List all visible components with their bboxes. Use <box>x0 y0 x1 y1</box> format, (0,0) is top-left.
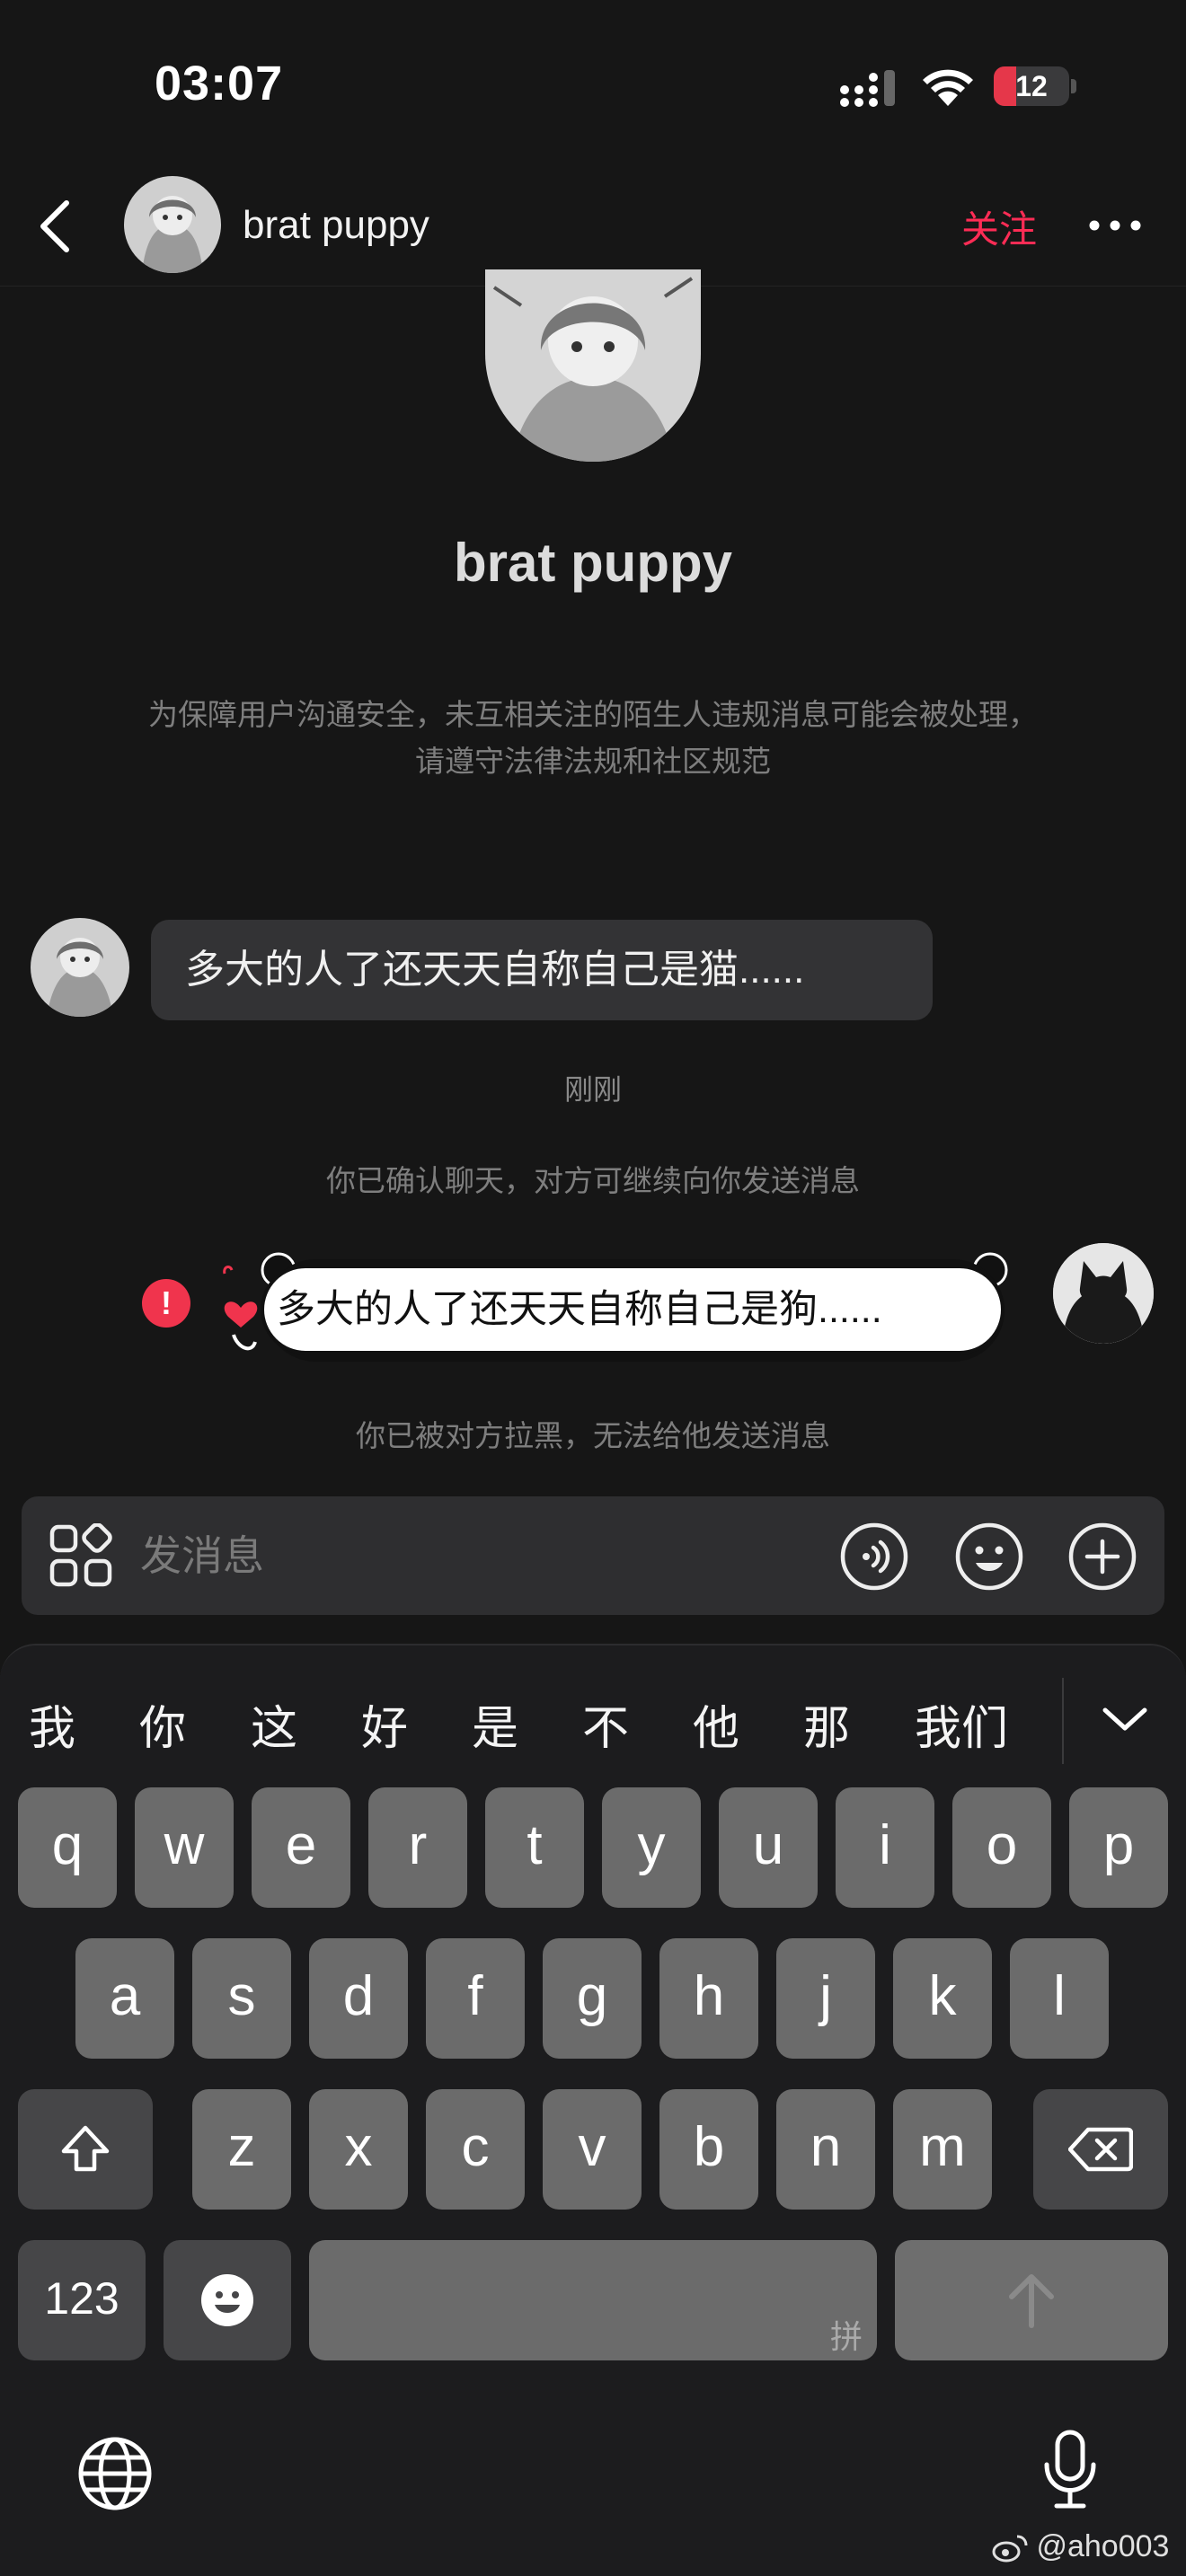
watermark: @aho003 <box>992 2529 1169 2564</box>
send-failed-icon[interactable]: ! <box>142 1279 190 1328</box>
key-j[interactable]: j <box>776 1938 875 2059</box>
sent-message-bubble[interactable]: 多大的人了还天天自称自己是狗...... <box>261 1265 1005 1354</box>
received-message-text: 多大的人了还天天自称自己是猫...... <box>185 948 805 992</box>
key-h[interactable]: h <box>659 1938 758 2059</box>
system-message-confirm: 你已确认聊天，对方可继续向你发送消息 <box>326 1164 860 1197</box>
arrow-up-icon <box>1009 2274 1054 2328</box>
emoji-icon[interactable] <box>954 1522 1024 1592</box>
apps-grid-icon[interactable] <box>49 1523 113 1588</box>
globe-icon[interactable] <box>77 2436 153 2511</box>
header-username[interactable]: brat puppy <box>243 203 429 248</box>
battery-cap <box>1071 79 1076 93</box>
follow-button[interactable]: 关注 <box>961 199 1037 254</box>
system-message-blocked: 你已被对方拉黑，无法给他发送消息 <box>356 1419 830 1452</box>
received-message-bubble[interactable]: 多大的人了还天天自称自己是猫...... <box>151 920 933 1020</box>
key-s[interactable]: s <box>192 1938 291 2059</box>
weibo-logo-icon <box>992 2535 1028 2563</box>
profile-avatar[interactable] <box>485 269 701 462</box>
candidate-divider <box>1062 1678 1064 1764</box>
key-a[interactable]: a <box>75 1938 174 2059</box>
key-m[interactable]: m <box>893 2089 992 2210</box>
profile-name: brat puppy <box>454 533 732 593</box>
key-u[interactable]: u <box>719 1787 818 1908</box>
key-g[interactable]: g <box>543 1938 642 2059</box>
key-b[interactable]: b <box>659 2089 758 2210</box>
emoji-key[interactable] <box>164 2240 291 2360</box>
candidate-word[interactable]: 那 <box>803 1690 850 1758</box>
back-icon[interactable] <box>36 198 75 255</box>
candidate-word[interactable]: 不 <box>582 1690 629 1758</box>
message-input-placeholder[interactable]: 发消息 <box>140 1496 264 1615</box>
candidate-word[interactable]: 他 <box>693 1690 739 1758</box>
microphone-icon[interactable] <box>1040 2429 1100 2511</box>
key-i[interactable]: i <box>836 1787 934 1908</box>
wifi-icon <box>923 69 973 106</box>
key-l[interactable]: l <box>1010 1938 1109 2059</box>
watermark-text: @aho003 <box>1036 2529 1170 2563</box>
chevron-down-icon[interactable] <box>1100 1703 1150 1735</box>
key-y[interactable]: y <box>602 1787 701 1908</box>
key-n[interactable]: n <box>776 2089 875 2210</box>
key-o[interactable]: o <box>952 1787 1051 1908</box>
cellular-signal-icon <box>840 70 895 107</box>
key-w[interactable]: w <box>135 1787 234 1908</box>
candidate-word[interactable]: 是 <box>472 1690 518 1758</box>
my-avatar[interactable] <box>1053 1243 1154 1344</box>
key-d[interactable]: d <box>309 1938 408 2059</box>
candidate-word[interactable]: 你 <box>139 1690 186 1758</box>
status-time: 03:07 <box>155 57 284 110</box>
numbers-key[interactable]: 123 <box>18 2240 146 2360</box>
input-method-hint: 拼 <box>829 2318 863 2355</box>
safety-notice: 为保障用户沟通安全，未互相关注的陌生人违规消息可能会被处理，请遵守法律法规和社区… <box>148 698 1038 778</box>
key-t[interactable]: t <box>485 1787 584 1908</box>
emoji-face-icon <box>201 2274 253 2326</box>
add-attachment-icon[interactable] <box>1067 1522 1137 1592</box>
space-key[interactable]: 拼 <box>309 2240 877 2360</box>
more-options-icon[interactable] <box>1087 214 1143 237</box>
candidate-word[interactable]: 这 <box>251 1690 297 1758</box>
header-avatar[interactable] <box>124 176 221 273</box>
key-x[interactable]: x <box>309 2089 408 2210</box>
key-e[interactable]: e <box>252 1787 350 1908</box>
key-k[interactable]: k <box>893 1938 992 2059</box>
key-c[interactable]: c <box>426 2089 525 2210</box>
message-input-bar[interactable]: 发消息 <box>22 1496 1164 1615</box>
keyboard: 我 你 这 好 是 不 他 那 我们 q w e r t y u i o p a… <box>0 1644 1186 2576</box>
key-f[interactable]: f <box>426 1938 525 2059</box>
key-v[interactable]: v <box>543 2089 642 2210</box>
key-z[interactable]: z <box>192 2089 291 2210</box>
voice-message-icon[interactable] <box>839 1522 909 1592</box>
shift-key[interactable] <box>18 2089 153 2210</box>
key-p[interactable]: p <box>1069 1787 1168 1908</box>
sent-message-text: 多大的人了还天天自称自己是狗...... <box>277 1288 882 1331</box>
backspace-key[interactable] <box>1033 2089 1168 2210</box>
candidate-word[interactable]: 好 <box>361 1690 408 1758</box>
message-timestamp: 刚刚 <box>563 1073 622 1106</box>
candidate-word[interactable]: 我 <box>29 1690 75 1758</box>
shift-icon <box>61 2125 110 2172</box>
sender-avatar[interactable] <box>31 918 129 1017</box>
key-q[interactable]: q <box>18 1787 117 1908</box>
key-r[interactable]: r <box>368 1787 467 1908</box>
battery-level: 12 <box>1015 70 1048 102</box>
send-key[interactable] <box>895 2240 1168 2360</box>
battery-indicator: 12 <box>994 66 1069 106</box>
candidate-word[interactable]: 我们 <box>915 1690 1008 1758</box>
backspace-icon <box>1068 2127 1133 2172</box>
